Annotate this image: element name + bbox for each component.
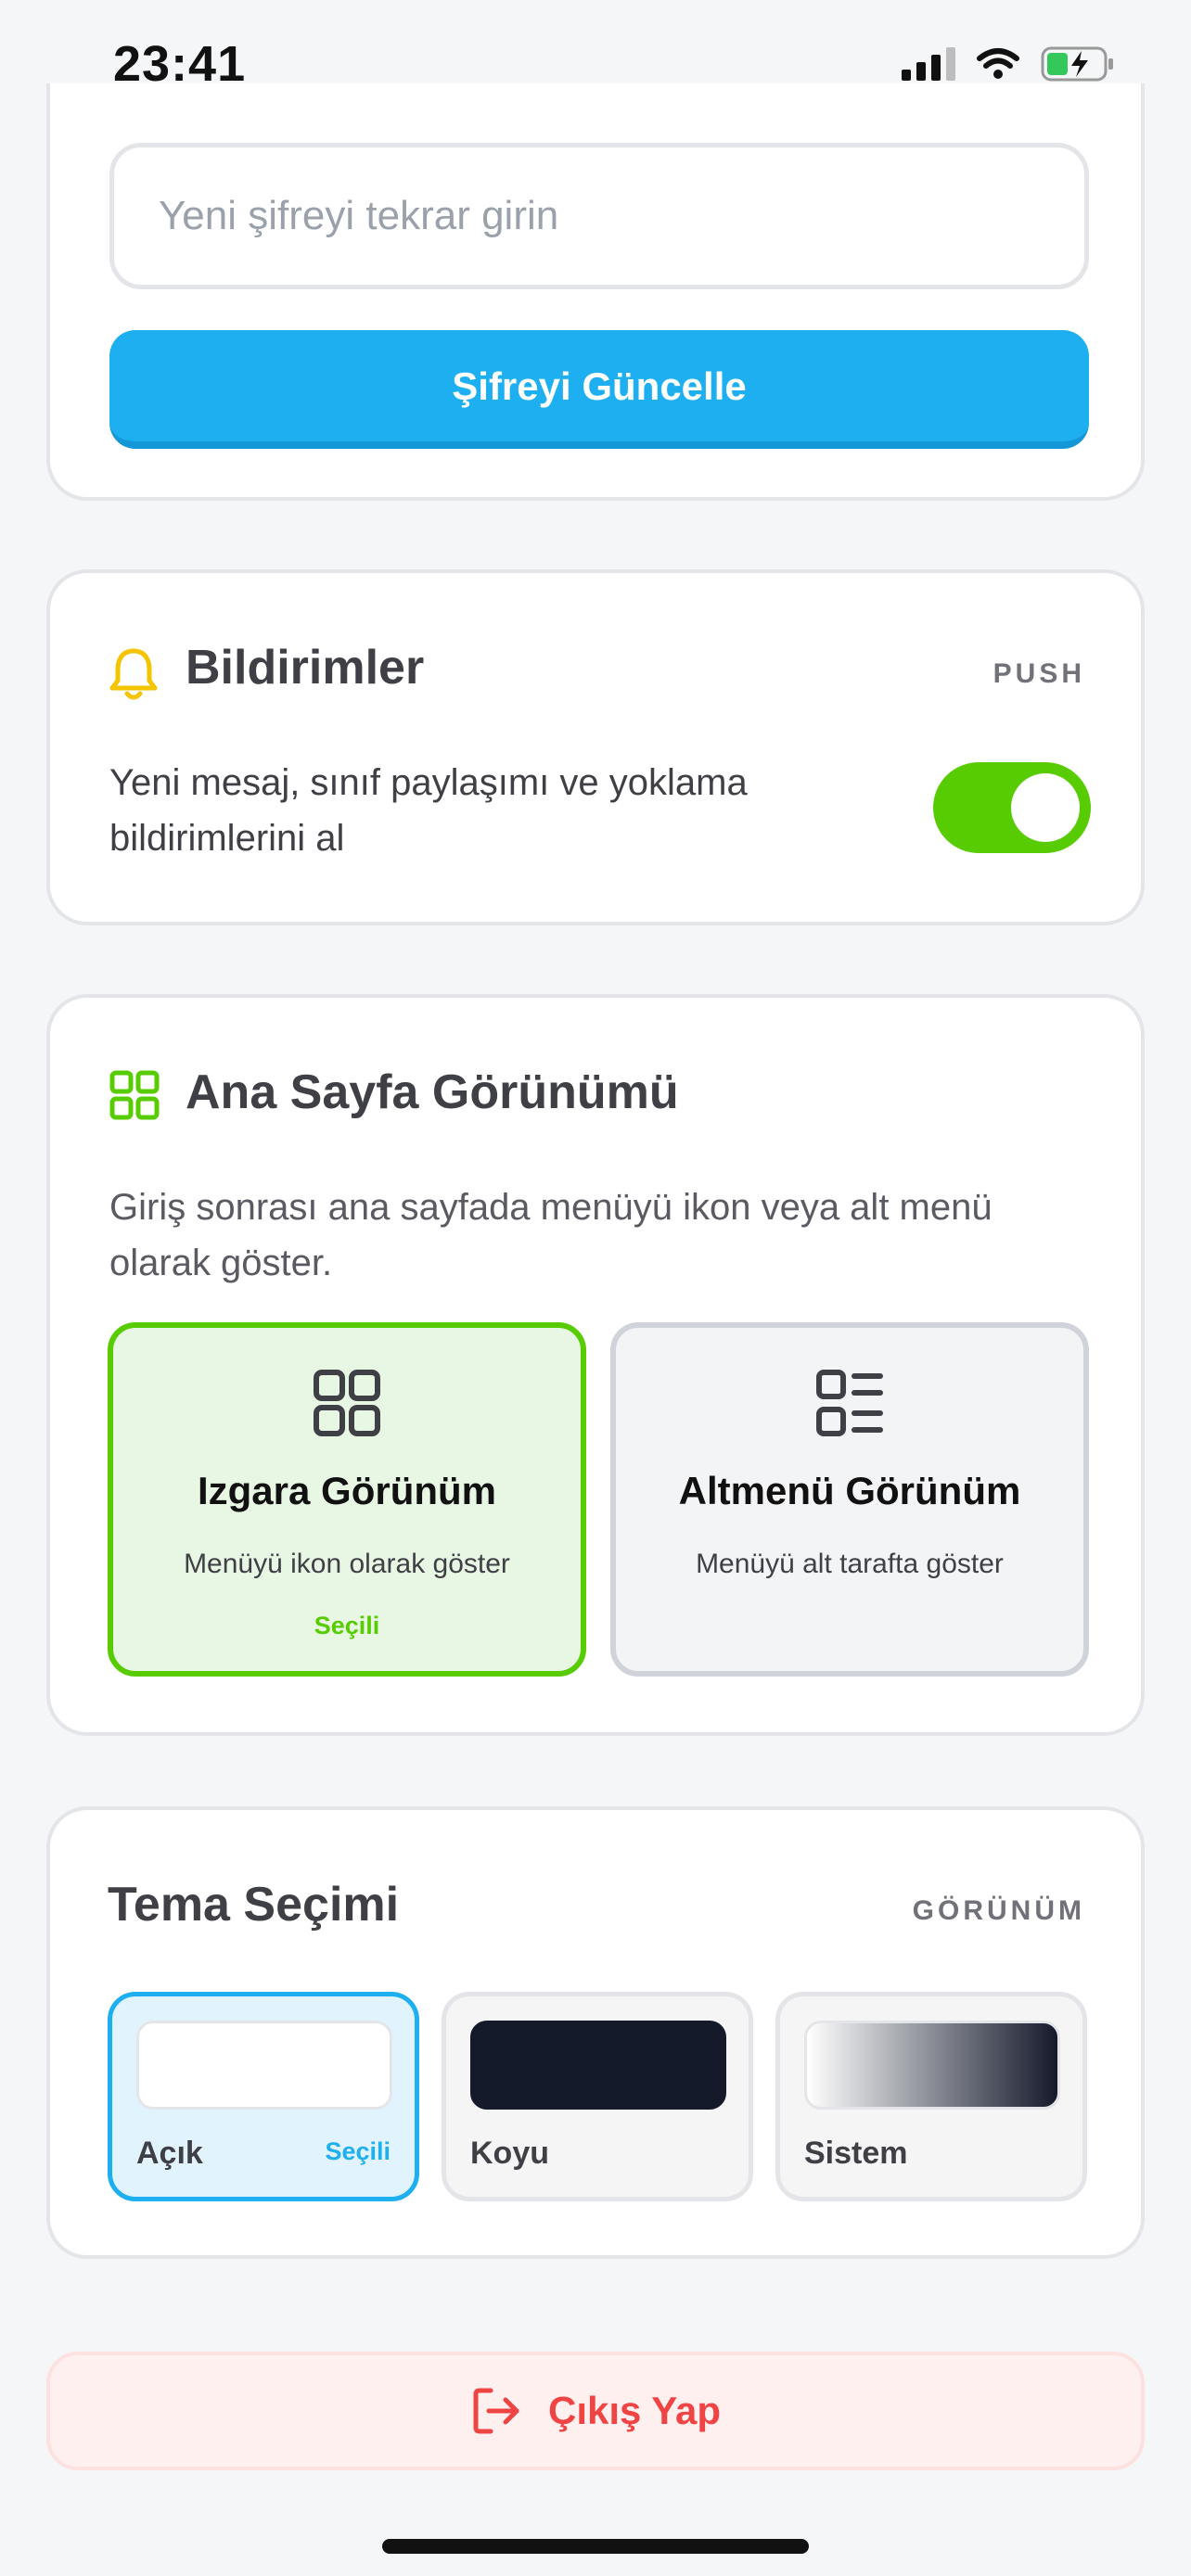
submenu-view-title: Altmenü Görünüm (678, 1469, 1021, 1512)
theme-option-light[interactable]: Açık Seçili (108, 1992, 419, 2201)
logout-label: Çıkış Yap (547, 2389, 721, 2432)
grid-view-subtitle: Menüyü ikon olarak göster (184, 1549, 510, 1579)
dark-swatch (470, 2021, 726, 2110)
theme-selected-label: Seçili (325, 2137, 391, 2165)
notifications-card: Bildirimler PUSH Yeni mesaj, sınıf payla… (46, 569, 1145, 925)
theme-option-label: Sistem (804, 2136, 908, 2171)
theme-tag: GÖRÜNÜM (912, 1895, 1085, 1926)
list-icon (816, 1370, 883, 1436)
system-swatch (804, 2021, 1060, 2110)
grid-icon (109, 1070, 160, 1120)
bell-icon (109, 648, 158, 700)
battery-charging-icon (1041, 46, 1113, 82)
wifi-icon (977, 48, 1019, 79)
home-view-card: Ana Sayfa Görünümü Giriş sonrası ana say… (46, 994, 1145, 1736)
home-view-title: Ana Sayfa Görünümü (186, 1065, 679, 1119)
cellular-signal-icon (902, 47, 955, 81)
theme-option-dark[interactable]: Koyu (442, 1992, 753, 2201)
home-view-description: Giriş sonrası ana sayfada menüyü ikon ve… (109, 1187, 992, 1283)
toggle-knob (1011, 773, 1080, 842)
grid-view-selected-label: Seçili (314, 1612, 380, 1639)
password-card: Yeni şifreyi tekrar girin Şifreyi Güncel… (46, 83, 1145, 501)
grid-view-title: Izgara Görünüm (197, 1469, 497, 1512)
theme-card: Tema Seçimi GÖRÜNÜM Açık Seçili Koyu Sis… (46, 1806, 1145, 2259)
notifications-description: Yeni mesaj, sınıf paylaşımı ve yoklama b… (109, 762, 748, 859)
submenu-view-option[interactable]: Altmenü Görünüm Menüyü alt tarafta göste… (610, 1322, 1089, 1677)
theme-option-label: Koyu (470, 2136, 549, 2171)
logout-button[interactable]: Çıkış Yap (46, 2352, 1145, 2470)
notifications-tag: PUSH (992, 658, 1085, 689)
status-icons (902, 46, 1115, 82)
home-indicator (382, 2539, 809, 2554)
light-swatch (136, 2021, 392, 2110)
logout-icon (473, 2388, 519, 2434)
grid-view-option[interactable]: Izgara Görünüm Menüyü ikon olarak göster… (108, 1322, 586, 1677)
theme-option-system[interactable]: Sistem (775, 1992, 1087, 2201)
notifications-title: Bildirimler (186, 641, 425, 695)
confirm-password-input[interactable]: Yeni şifreyi tekrar girin (109, 143, 1089, 289)
theme-option-label: Açık (136, 2136, 203, 2171)
notifications-toggle[interactable] (933, 762, 1091, 853)
submenu-view-subtitle: Menüyü alt tarafta göster (696, 1549, 1004, 1579)
theme-title: Tema Seçimi (108, 1878, 400, 1932)
grid-icon (314, 1370, 380, 1436)
update-password-button[interactable]: Şifreyi Güncelle (109, 330, 1089, 449)
